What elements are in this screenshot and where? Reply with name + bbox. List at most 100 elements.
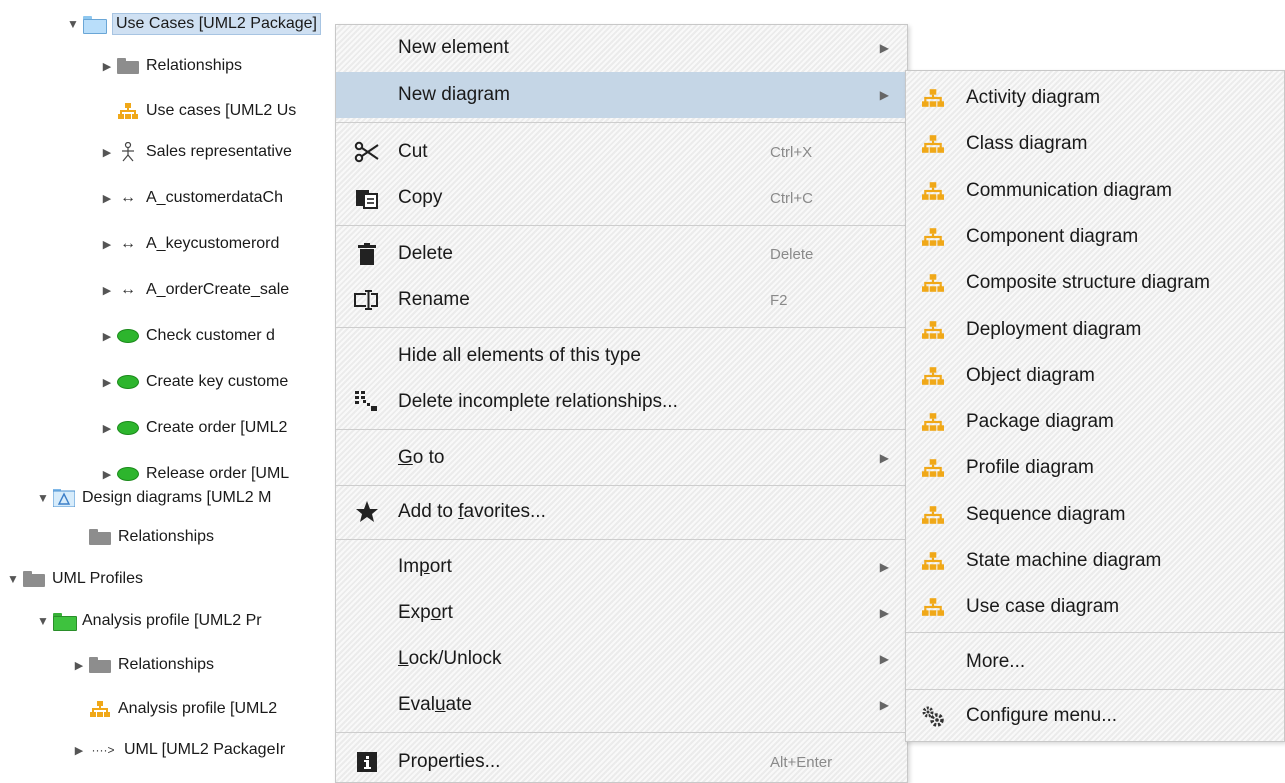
folder-blue-icon: [82, 14, 107, 34]
submenu-item-configure-menu[interactable]: Configure menu...: [906, 693, 1284, 739]
tree-item-use-cases-diagram[interactable]: Use cases [UML2 Us: [98, 97, 296, 125]
tree-item-package-import[interactable]: ▶ ····> UML [UML2 PackageIr: [70, 736, 285, 764]
menu-separator: [336, 327, 907, 328]
menu-separator: [336, 122, 907, 123]
use-case-icon: [116, 418, 140, 438]
expand-arrow-icon[interactable]: ▶: [70, 744, 88, 757]
menu-item-label: Cut: [398, 141, 428, 162]
expand-arrow-icon[interactable]: ▶: [98, 284, 116, 297]
menu-item-delete[interactable]: Delete Delete: [336, 231, 907, 277]
expand-arrow-icon[interactable]: ▶: [98, 192, 116, 205]
expand-arrow-icon[interactable]: ▶: [98, 422, 116, 435]
copy-icon: [354, 185, 380, 211]
tree-item-use-case[interactable]: ▶ Create order [UML2: [98, 414, 288, 442]
association-icon: ↔: [120, 235, 136, 252]
submenu-arrow-icon: ▶: [879, 451, 889, 465]
tree-item-analysis-profile[interactable]: ▼ Analysis profile [UML2 Pr: [34, 607, 262, 635]
submenu-item-sequence-diagram[interactable]: Sequence diagram: [906, 492, 1284, 538]
submenu-item-component-diagram[interactable]: Component diagram: [906, 214, 1284, 260]
submenu-item-state-machine-diagram[interactable]: State machine diagram: [906, 538, 1284, 584]
tree-item-design-diagrams[interactable]: ▼ Design diagrams [UML2 M: [34, 484, 271, 512]
expand-arrow-icon[interactable]: ▼: [34, 614, 52, 628]
trash-icon: [354, 241, 380, 267]
menu-separator: [336, 225, 907, 226]
relationships-icon: [354, 389, 380, 415]
menu-item-import[interactable]: Import ▶: [336, 544, 907, 590]
shortcut-label: Alt+Enter: [770, 753, 833, 771]
expand-arrow-icon[interactable]: ▶: [98, 376, 116, 389]
expand-arrow-icon[interactable]: ▶: [98, 238, 116, 251]
expand-arrow-icon[interactable]: ▼: [34, 491, 52, 505]
tree-item-association[interactable]: ▶ ↔ A_keycustomerord: [98, 230, 280, 258]
expand-arrow-icon[interactable]: ▶: [98, 60, 116, 73]
tree-item-label: Create key custome: [146, 373, 289, 390]
tree-item-use-cases[interactable]: ▼ Use Cases [UML2 Package]: [64, 10, 321, 38]
shortcut-label: Ctrl+C: [770, 189, 813, 207]
menu-item-lock-unlock[interactable]: Lock/Unlock ▶: [336, 636, 907, 682]
folder-icon: [88, 527, 112, 547]
menu-item-delete-incomplete[interactable]: Delete incomplete relationships...: [336, 379, 907, 425]
submenu-item-package-diagram[interactable]: Package diagram: [906, 399, 1284, 445]
tree-item-association[interactable]: ▶ ↔ A_orderCreate_sale: [98, 276, 289, 304]
diagram-icon: [920, 226, 946, 248]
tree-item-relationships[interactable]: ▶ Relationships: [98, 52, 242, 80]
submenu-item-composite-structure-diagram[interactable]: Composite structure diagram: [906, 260, 1284, 306]
submenu-item-deployment-diagram[interactable]: Deployment diagram: [906, 307, 1284, 353]
association-icon: ↔: [120, 281, 136, 298]
submenu-item-use-case-diagram[interactable]: Use case diagram: [906, 584, 1284, 630]
submenu-item-label: Package diagram: [966, 411, 1114, 433]
menu-item-label: Go to: [398, 447, 445, 468]
diagram-icon: [920, 133, 946, 155]
package-import-icon: ····>: [91, 743, 115, 757]
menu-separator: [336, 732, 907, 733]
expand-arrow-icon[interactable]: ▼: [4, 572, 22, 586]
expand-arrow-icon[interactable]: ▶: [98, 330, 116, 343]
diagram-icon: [920, 504, 946, 526]
tree-item-label: Use cases [UML2 Us: [146, 102, 297, 119]
submenu-item-class-diagram[interactable]: Class diagram: [906, 121, 1284, 167]
use-case-icon: [116, 326, 140, 346]
submenu-item-more[interactable]: More...: [906, 639, 1284, 685]
submenu-item-label: Component diagram: [966, 225, 1139, 247]
diagram-icon: [920, 411, 946, 433]
submenu-item-label: State machine diagram: [966, 550, 1162, 571]
tree-item-use-case[interactable]: ▶ Check customer d: [98, 322, 275, 350]
expand-arrow-icon[interactable]: ▶: [70, 659, 88, 672]
menu-item-label: Evaluate: [398, 694, 472, 715]
tree-item-use-case[interactable]: ▶ Create key custome: [98, 368, 289, 396]
menu-item-evaluate[interactable]: Evaluate ▶: [336, 682, 907, 728]
tree-item-analysis-profile-diagram[interactable]: Analysis profile [UML2: [70, 695, 277, 723]
menu-item-copy[interactable]: Copy Ctrl+C: [336, 175, 907, 221]
tree-item-relationships[interactable]: Relationships: [70, 523, 214, 551]
info-icon: [354, 749, 380, 775]
context-menu: New element ▶ New diagram ▶ Cut Ctrl+X C…: [335, 24, 908, 783]
menu-item-rename[interactable]: Rename F2: [336, 277, 907, 323]
submenu-item-activity-diagram[interactable]: Activity diagram: [906, 75, 1284, 121]
menu-item-add-to-favorites[interactable]: Add to favorites...: [336, 489, 907, 535]
tree-item-actor[interactable]: ▶ Sales representative: [98, 138, 292, 166]
menu-item-new-element[interactable]: New element ▶: [336, 25, 907, 71]
menu-item-go-to[interactable]: Go to ▶: [336, 435, 907, 481]
submenu-item-communication-diagram[interactable]: Communication diagram: [906, 168, 1284, 214]
menu-item-hide-all[interactable]: Hide all elements of this type: [336, 333, 907, 379]
menu-item-export[interactable]: Export ▶: [336, 590, 907, 636]
tree-item-uml-profiles[interactable]: ▼ UML Profiles: [4, 565, 143, 593]
new-diagram-submenu: Activity diagram Class diagram Communicati…: [905, 70, 1285, 742]
menu-item-cut[interactable]: Cut Ctrl+X: [336, 129, 907, 175]
menu-separator: [906, 632, 1284, 633]
submenu-item-label: More...: [966, 651, 1026, 672]
tree-item-label: Relationships: [118, 656, 215, 673]
submenu-item-profile-diagram[interactable]: Profile diagram: [906, 445, 1284, 491]
submenu-item-object-diagram[interactable]: Object diagram: [906, 353, 1284, 399]
gears-icon: [920, 705, 946, 727]
expand-arrow-icon[interactable]: ▶: [98, 146, 116, 159]
menu-item-new-diagram[interactable]: New diagram ▶: [336, 72, 907, 118]
menu-item-label: Export: [398, 602, 453, 623]
tree-item-relationships[interactable]: ▶ Relationships: [70, 651, 214, 679]
submenu-item-label: Deployment diagram: [966, 318, 1142, 340]
menu-item-properties[interactable]: Properties... Alt+Enter: [336, 739, 907, 783]
tree-item-label: UML [UML2 PackageIr: [124, 741, 286, 758]
tree-item-association[interactable]: ▶ ↔ A_customerdataCh: [98, 184, 283, 212]
expand-arrow-icon[interactable]: ▼: [64, 17, 82, 31]
expand-arrow-icon[interactable]: ▶: [98, 468, 116, 481]
